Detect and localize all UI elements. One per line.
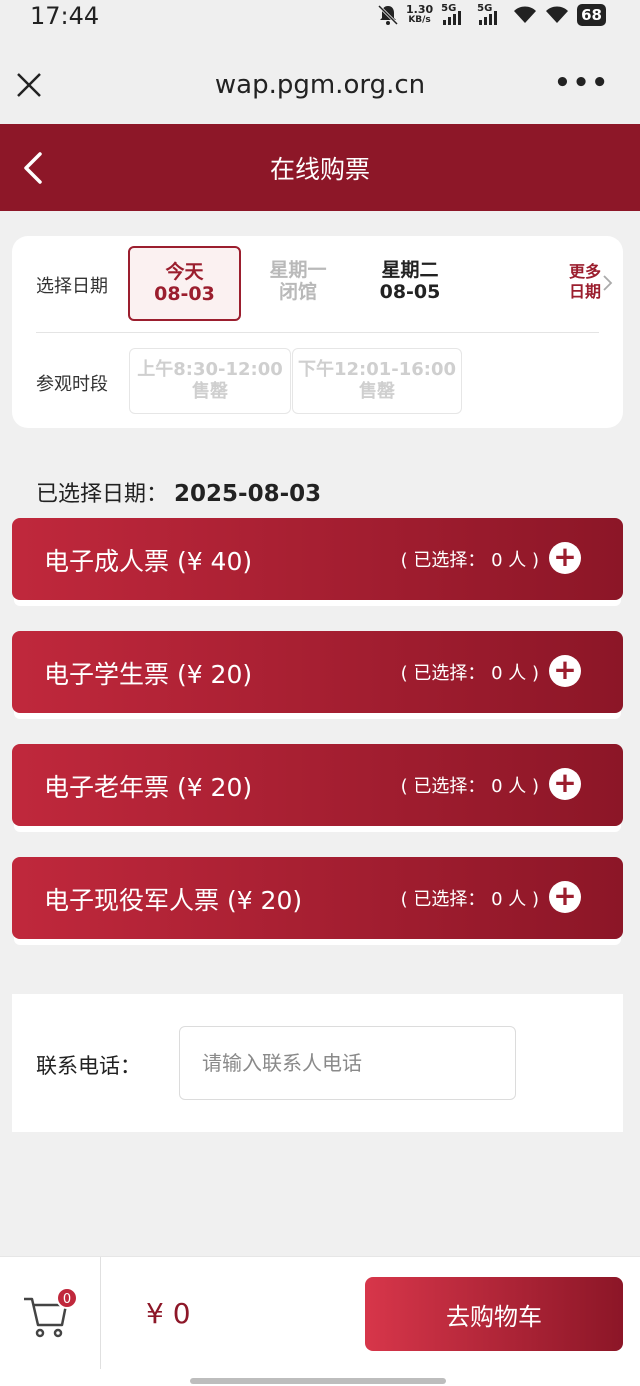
ticket-count: ( 已选择： 0 人 )	[400, 550, 539, 571]
ticket-row-senior: 电子老年票 (¥ 20) ( 已选择： 0 人 ) +	[12, 744, 623, 834]
selected-date-label: 已选择日期：	[36, 482, 169, 507]
add-ticket-plus-icon[interactable]: +	[549, 542, 581, 574]
time-slot-label: 参观时段	[36, 374, 108, 395]
selected-date-value: 2025-08-03	[174, 481, 322, 507]
ticket-name: 电子学生票 (¥ 20)	[44, 660, 253, 689]
status-time: 17:44	[30, 2, 100, 30]
phone-input[interactable]	[179, 1026, 516, 1100]
go-to-cart-button[interactable]: 去购物车	[365, 1277, 623, 1351]
wifi-icon	[514, 6, 537, 23]
more-options-icon[interactable]: •••	[554, 70, 610, 96]
mute-bell-icon	[377, 4, 398, 26]
ticket-row-student: 电子学生票 (¥ 20) ( 已选择： 0 人 ) +	[12, 631, 623, 721]
more-dates-button[interactable]: 更多 日期	[569, 262, 601, 302]
add-ticket-plus-icon[interactable]: +	[549, 655, 581, 687]
date-label: 选择日期	[36, 276, 108, 297]
date-option-monday: 星期一 闭馆	[269, 259, 327, 303]
cart-button[interactable]: 0	[22, 1287, 78, 1339]
phone-label: 联系电话：	[36, 1054, 141, 1078]
date-option-tuesday[interactable]: 星期二 08-05	[360, 246, 460, 321]
date-selection-card: 选择日期 今天 08-03 星期一 闭馆 星期二 08-05 更多 日期 参观时…	[12, 236, 623, 428]
signal-icon-2: 5G	[477, 3, 505, 27]
net-speed: 1.30 KB/s	[405, 3, 434, 25]
wifi-icon-2	[546, 6, 569, 23]
chevron-right-icon	[603, 275, 613, 291]
add-ticket-plus-icon[interactable]: +	[549, 768, 581, 800]
cart-count-badge: 0	[56, 1287, 78, 1309]
add-ticket-plus-icon[interactable]: +	[549, 881, 581, 913]
bottom-bar: 0 ¥ 0 去购物车	[0, 1256, 640, 1386]
home-indicator	[190, 1378, 446, 1384]
ticket-name: 电子老年票 (¥ 20)	[44, 773, 253, 802]
ticket-count: ( 已选择： 0 人 )	[400, 889, 539, 910]
total-price: ¥ 0	[146, 1297, 191, 1330]
time-slot-morning: 上午8:30-12:00 售罄	[129, 348, 291, 414]
date-option-today[interactable]: 今天 08-03	[128, 246, 241, 321]
browser-toolbar: wap.pgm.org.cn •••	[0, 34, 640, 124]
selected-date: 已选择日期： 2025-08-03	[36, 476, 321, 508]
ticket-count: ( 已选择： 0 人 )	[400, 776, 539, 797]
ticket-name: 电子成人票 (¥ 40)	[44, 547, 253, 576]
browser-url: wap.pgm.org.cn	[214, 70, 426, 100]
divider	[36, 332, 599, 333]
status-bar: 17:44 1.30 KB/s 5G 5G 68	[0, 0, 640, 34]
page-title: 在线购票	[269, 155, 370, 184]
signal-icon: 5G	[441, 3, 469, 27]
status-icons: 1.30 KB/s 5G 5G 68	[377, 3, 606, 27]
divider	[100, 1257, 101, 1369]
app-header: 在线购票	[0, 124, 640, 211]
ticket-name: 电子现役军人票 (¥ 20)	[44, 886, 303, 915]
contact-card: 联系电话：	[12, 994, 623, 1132]
time-slot-afternoon: 下午12:01-16:00 售罄	[292, 348, 462, 414]
battery-icon: 68	[577, 4, 606, 26]
ticket-row-military: 电子现役军人票 (¥ 20) ( 已选择： 0 人 ) +	[12, 857, 623, 947]
ticket-count: ( 已选择： 0 人 )	[400, 663, 539, 684]
ticket-row-adult: 电子成人票 (¥ 40) ( 已选择： 0 人 ) +	[12, 518, 623, 608]
